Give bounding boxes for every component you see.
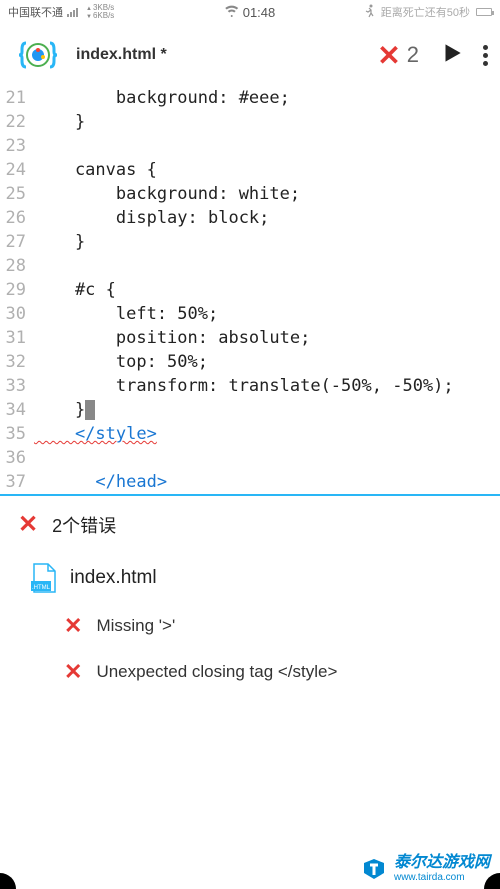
code-line[interactable]: 36: [0, 446, 500, 470]
error-count-badge[interactable]: 2: [407, 42, 419, 68]
code-line[interactable]: 23: [0, 134, 500, 158]
code-line[interactable]: 27 }: [0, 230, 500, 254]
text-cursor: [85, 400, 95, 420]
error-message: Missing '>': [96, 616, 175, 636]
error-panel: ✕ 2个错误 .HTML index.html ✕ Missing '>' ✕ Une…: [0, 496, 500, 695]
line-number: 30: [0, 302, 34, 326]
line-number: 33: [0, 374, 34, 398]
errors-indicator-icon[interactable]: ✕: [377, 39, 400, 72]
code-line[interactable]: 29 #c {: [0, 278, 500, 302]
code-text: transform: translate(-50%, -50%);: [34, 374, 454, 398]
line-number: 22: [0, 110, 34, 134]
code-line[interactable]: 33 transform: translate(-50%, -50%);: [0, 374, 500, 398]
error-file-name: index.html: [70, 567, 157, 589]
code-line[interactable]: 26 display: block;: [0, 206, 500, 230]
html-file-icon: .HTML: [30, 563, 56, 593]
line-number: 21: [0, 86, 34, 110]
error-icon: ✕: [64, 659, 82, 685]
filename-label[interactable]: index.html *: [76, 46, 167, 64]
code-text: }: [34, 110, 85, 134]
code-text: display: block;: [34, 206, 269, 230]
carrier-label: 中国联不通: [8, 4, 63, 20]
code-line[interactable]: 22 }: [0, 110, 500, 134]
svg-text:.HTML: .HTML: [32, 585, 51, 591]
code-line[interactable]: 31 position: absolute;: [0, 326, 500, 350]
code-text: background: #eee;: [34, 86, 290, 110]
code-line[interactable]: 37 </head>: [0, 470, 500, 494]
code-text: }: [34, 230, 85, 254]
line-number: 29: [0, 278, 34, 302]
code-line[interactable]: 34 }: [0, 398, 500, 422]
line-number: 32: [0, 350, 34, 374]
code-text: }: [34, 398, 95, 422]
app-toolbar: index.html * ✕ 2: [0, 24, 500, 86]
line-number: 35: [0, 422, 34, 446]
signal-icon: [67, 8, 78, 17]
line-number: 36: [0, 446, 34, 470]
app-logo-icon[interactable]: [16, 33, 60, 77]
battery-icon: [476, 8, 492, 16]
error-file-row[interactable]: .HTML index.html: [0, 553, 500, 603]
wifi-icon: [225, 5, 239, 20]
error-item[interactable]: ✕ Missing '>': [0, 603, 500, 649]
code-text: #c {: [34, 278, 116, 302]
line-number: 34: [0, 398, 34, 422]
error-item[interactable]: ✕ Unexpected closing tag </style>: [0, 649, 500, 695]
line-number: 31: [0, 326, 34, 350]
line-number: 28: [0, 254, 34, 278]
code-line[interactable]: 30 left: 50%;: [0, 302, 500, 326]
code-text: canvas {: [34, 158, 157, 182]
run-button[interactable]: [439, 40, 465, 71]
watermark-logo-icon: [360, 855, 388, 883]
code-editor[interactable]: 21 background: #eee;22 }2324 canvas {25 …: [0, 86, 500, 494]
status-extra-text: 距离死亡还有50秒: [381, 4, 470, 20]
code-text: position: absolute;: [34, 326, 310, 350]
code-text: background: white;: [34, 182, 300, 206]
error-panel-title: 2个错误: [52, 512, 116, 538]
running-icon: [363, 4, 375, 21]
line-number: 23: [0, 134, 34, 158]
code-line[interactable]: 21 background: #eee;: [0, 86, 500, 110]
status-bar: 中国联不通 3KB/s 6KB/s 01:48 距离死亡还有50秒: [0, 0, 500, 24]
code-text: top: 50%;: [34, 350, 208, 374]
code-line[interactable]: 25 background: white;: [0, 182, 500, 206]
more-menu-button[interactable]: [483, 45, 488, 66]
code-text: </style>: [34, 422, 157, 446]
line-number: 25: [0, 182, 34, 206]
line-number: 37: [0, 470, 34, 494]
error-message: Unexpected closing tag </style>: [96, 662, 337, 682]
network-speed: 3KB/s 6KB/s: [86, 4, 114, 20]
clock-label: 01:48: [243, 5, 276, 20]
watermark-url: www.tairda.com: [394, 872, 490, 883]
code-text: </head>: [34, 470, 167, 494]
line-number: 27: [0, 230, 34, 254]
code-line[interactable]: 28: [0, 254, 500, 278]
code-line[interactable]: 24 canvas {: [0, 158, 500, 182]
error-icon: ✕: [18, 510, 38, 539]
error-panel-header[interactable]: ✕ 2个错误: [0, 496, 500, 553]
watermark-brand: 泰尔达游戏网: [394, 854, 490, 872]
code-line[interactable]: 35 </style>: [0, 422, 500, 446]
error-icon: ✕: [64, 613, 82, 639]
code-text: left: 50%;: [34, 302, 218, 326]
line-number: 24: [0, 158, 34, 182]
watermark: 泰尔达游戏网 www.tairda.com: [360, 854, 490, 883]
line-number: 26: [0, 206, 34, 230]
code-line[interactable]: 32 top: 50%;: [0, 350, 500, 374]
